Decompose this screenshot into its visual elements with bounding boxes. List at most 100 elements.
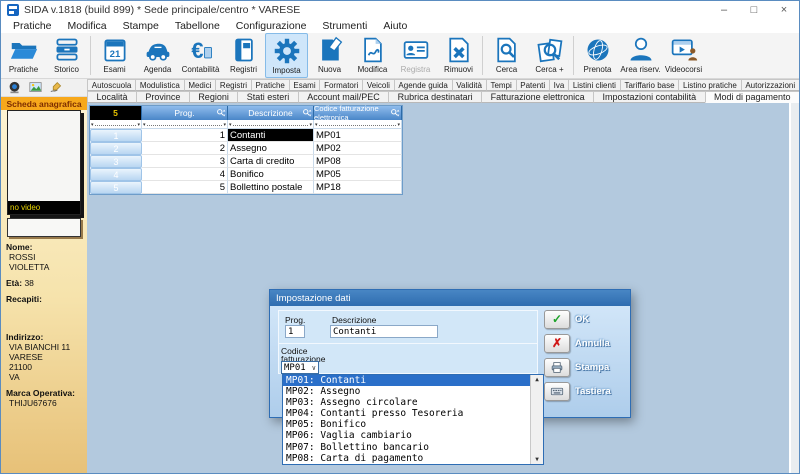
toolbar-prenota-button[interactable]: Prenota	[576, 33, 619, 78]
menu-modifica[interactable]: Modifica	[60, 20, 115, 32]
tab-modi-di-pagamento[interactable]: Modi di pagamento	[705, 91, 800, 103]
tab-patenti[interactable]: Patenti	[516, 79, 550, 91]
minimize-icon[interactable]: –	[709, 1, 739, 19]
dropdown-option[interactable]: MP04: Contanti presso Tesoreria	[283, 408, 543, 419]
dropdown-scrollbar[interactable]: ▲ ▼	[530, 375, 543, 464]
photo-icon[interactable]	[28, 81, 43, 94]
tab-regioni[interactable]: Regioni	[189, 91, 238, 103]
column-header-descrizione[interactable]: Descrizione	[228, 106, 314, 120]
close-icon[interactable]: ×	[769, 1, 799, 19]
selected-cell[interactable]: Contanti	[228, 129, 314, 142]
tab-iva[interactable]: Iva	[549, 79, 569, 91]
maximize-icon[interactable]: □	[739, 1, 769, 19]
row-selector[interactable]: 2	[90, 142, 142, 155]
row-selector[interactable]: 4	[90, 168, 142, 181]
toolbar-cerca-button[interactable]: Cerca	[485, 33, 528, 78]
toolbar-contabilita-button[interactable]: Contabilità	[179, 33, 222, 78]
toolbar-modifica-button[interactable]: Modifica	[351, 33, 394, 78]
filter-sort-icon[interactable]	[390, 108, 400, 118]
chevron-down-icon[interactable]: ▾	[315, 123, 318, 128]
menu-stampe[interactable]: Stampe	[115, 20, 167, 32]
dropdown-option[interactable]: MP02: Assegno	[283, 386, 543, 397]
toolbar-agenda-button[interactable]: Agenda	[136, 33, 179, 78]
menu-configurazione[interactable]: Configurazione	[228, 20, 315, 32]
row-selector[interactable]: 3	[90, 155, 142, 168]
tab-fatturazione-elettronica[interactable]: Fatturazione elettronica	[481, 91, 594, 103]
tab-rubrica-destinatari[interactable]: Rubrica destinatari	[388, 91, 482, 103]
scroll-down-icon[interactable]: ▼	[531, 456, 543, 463]
scroll-up-icon[interactable]: ▲	[531, 376, 543, 383]
toolbar-area-riservata-button[interactable]: Area riserv.	[619, 33, 662, 78]
toolbar-registri-button[interactable]: Registri	[222, 33, 265, 78]
toolbar-videocorsi-button[interactable]: Videocorsi	[662, 33, 705, 78]
tab-province[interactable]: Province	[136, 91, 190, 103]
webcam-icon[interactable]	[7, 81, 22, 94]
toolbar-pratiche-button[interactable]: Pratiche	[2, 33, 45, 78]
tab-listino-pratiche[interactable]: Listino pratiche	[678, 79, 741, 91]
menubar: Pratiche Modifica Stampe Tabellone Confi…	[1, 19, 799, 33]
table-row[interactable]: 5 5 Bollettino postale MP18	[90, 181, 402, 194]
tab-impostazioni-contabilita[interactable]: Impostazioni contabilità	[593, 91, 705, 103]
descrizione-field[interactable]	[330, 325, 438, 338]
tab-autoscuola[interactable]: Autoscuola	[87, 79, 136, 91]
dropdown-option[interactable]: MP07: Bollettino bancario	[283, 442, 543, 453]
dropdown-option[interactable]: MP01: Contanti	[283, 375, 543, 386]
dropdown-option[interactable]: MP03: Assegno circolare	[283, 397, 543, 408]
tab-validita[interactable]: Validità	[452, 79, 487, 91]
row-selector[interactable]: 1	[90, 129, 142, 142]
tab-medici[interactable]: Medici	[184, 79, 217, 91]
tab-agende-guida[interactable]: Agende guida	[394, 79, 453, 91]
tab-modulistica[interactable]: Modulistica	[135, 79, 185, 91]
row-selector[interactable]: 5	[90, 181, 142, 194]
annulla-button[interactable]: ✗	[544, 334, 570, 353]
column-header-codice[interactable]: Codice fatturazione elettronica	[314, 106, 402, 120]
filter-sort-icon[interactable]	[302, 108, 312, 118]
tab-registri[interactable]: Registri	[215, 79, 252, 91]
prog-field[interactable]	[285, 325, 305, 338]
toolbar-storico-button[interactable]: Storico	[45, 33, 88, 78]
dropdown-option[interactable]: MP06: Vaglia cambiario	[283, 430, 543, 441]
codice-fatturazione-select[interactable]: MP01 ∨	[281, 361, 319, 374]
tab-pratiche[interactable]: Pratiche	[251, 79, 290, 91]
tab-tempi[interactable]: Tempi	[486, 79, 517, 91]
chevron-down-icon[interactable]: ▾	[229, 123, 232, 128]
toolbar-esami-button[interactable]: Esami	[93, 33, 136, 78]
table-row[interactable]: 2 2 Assegno MP02	[90, 142, 402, 155]
column-header-prog[interactable]: Prog.	[142, 106, 228, 120]
chevron-down-icon[interactable]: ▾	[143, 123, 146, 128]
tastiera-button[interactable]	[544, 382, 570, 401]
table-row[interactable]: 1 1 Contanti MP01	[90, 129, 402, 142]
tab-formatori[interactable]: Formatori	[319, 79, 363, 91]
tab-stati-esteri[interactable]: Stati esteri	[237, 91, 298, 103]
chevron-down-icon[interactable]: ▾	[397, 123, 400, 128]
tab-veicoli[interactable]: Veicoli	[362, 79, 395, 91]
menu-aiuto[interactable]: Aiuto	[375, 20, 415, 32]
chevron-down-icon[interactable]: ▾	[137, 123, 140, 128]
app-window: SIDA v.1818 (build 899) * Sede principal…	[0, 0, 800, 474]
tab-tariffario-base[interactable]: Tariffario base	[620, 79, 680, 91]
toolbar-imposta-button[interactable]: Imposta	[265, 33, 308, 78]
table-row[interactable]: 3 3 Carta di credito MP08	[90, 155, 402, 168]
tab-account-mail-pec[interactable]: Account mail/PEC	[298, 91, 389, 103]
chevron-down-icon[interactable]: ▾	[91, 123, 94, 128]
toolbar-nuova-button[interactable]: Nuova	[308, 33, 351, 78]
chevron-down-icon[interactable]: ▾	[223, 123, 226, 128]
tab-listini-clienti[interactable]: Listini clienti	[568, 79, 621, 91]
signature-icon[interactable]	[49, 81, 64, 94]
tab-autorizzazioni[interactable]: Autorizzazioni	[741, 79, 800, 91]
chevron-down-icon[interactable]: ▾	[309, 123, 312, 128]
tab-localita[interactable]: Località	[87, 91, 137, 103]
stampa-button[interactable]	[544, 358, 570, 377]
toolbar-rimuovi-button[interactable]: Rimuovi	[437, 33, 480, 78]
table-row[interactable]: 4 4 Bonifico MP05	[90, 168, 402, 181]
menu-pratiche[interactable]: Pratiche	[5, 20, 60, 32]
vertical-scrollbar[interactable]	[789, 103, 799, 473]
menu-tabellone[interactable]: Tabellone	[167, 20, 228, 32]
toolbar-cerca-plus-button[interactable]: Cerca +	[528, 33, 571, 78]
menu-strumenti[interactable]: Strumenti	[314, 20, 375, 32]
ok-button[interactable]: ✓	[544, 310, 570, 329]
dropdown-option[interactable]: MP08: Carta di pagamento	[283, 453, 543, 464]
tab-esami[interactable]: Esami	[289, 79, 321, 91]
dropdown-option[interactable]: MP05: Bonifico	[283, 419, 543, 430]
filter-sort-icon[interactable]	[216, 108, 226, 118]
